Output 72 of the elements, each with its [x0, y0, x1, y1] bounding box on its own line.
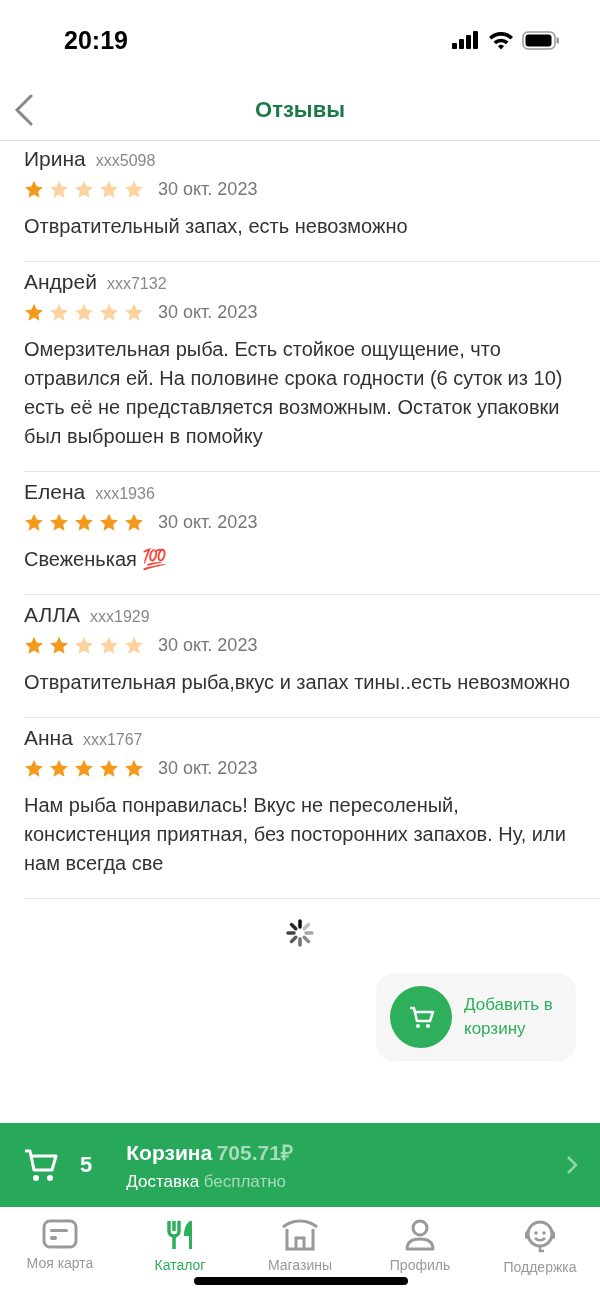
star-icon — [74, 759, 94, 778]
fork-knife-icon — [166, 1219, 194, 1251]
star-icon — [74, 180, 94, 199]
review-text: Отвратительная рыба,вкус и запах тины..есть невозможно — [24, 670, 572, 695]
star-icon — [24, 180, 44, 199]
user-id: xxx1936 — [95, 485, 155, 503]
star-icon — [124, 303, 144, 322]
star-icon — [24, 303, 44, 322]
star-icon — [124, 180, 144, 199]
review-date: 30 окт. 2023 — [158, 512, 258, 533]
user-id: xxx7132 — [106, 275, 167, 293]
star-icon — [49, 180, 69, 199]
person-icon — [404, 1219, 436, 1251]
review-date: 30 окт. 2023 — [158, 758, 258, 779]
cart-icon — [390, 986, 452, 1048]
review-date: 30 окт. 2023 — [158, 302, 258, 323]
review-text: Омерзительная рыба. Есть стойкое ощущение, что отравился ей. На половине срока годности (6 суток из 10) есть её не представляется возможным. Остаток упаковки был выброшен в помойку — [24, 337, 564, 449]
reviewer-name: АЛЛА — [24, 603, 81, 627]
reviewer-name: Ирина — [24, 147, 86, 171]
star-icon — [49, 513, 69, 532]
add-to-cart-button[interactable]: Добавить в корзину — [376, 973, 576, 1061]
store-icon — [281, 1219, 319, 1251]
star-icon — [124, 513, 144, 532]
star-icon — [74, 636, 94, 655]
user-id: xxx1767 — [82, 731, 143, 749]
cart-price: 705.71₽ — [216, 1141, 293, 1164]
review-text: Свеженькая 💯 — [24, 547, 169, 572]
tab-bar-item[interactable]: Поддержка — [480, 1207, 600, 1297]
star-icon — [99, 180, 119, 199]
cart-icon — [24, 1147, 58, 1183]
tab-bar-item[interactable]: Профиль — [360, 1207, 480, 1297]
star-icon — [49, 636, 69, 655]
star-icon — [99, 759, 119, 778]
card-icon — [42, 1219, 78, 1249]
delivery-price: бесплатно — [203, 1172, 287, 1191]
tab-bar-item[interactable]: Магазины — [240, 1207, 360, 1297]
chevron-right-icon — [566, 1155, 578, 1175]
star-icon — [99, 636, 119, 655]
reviewer-name: Анна — [24, 726, 73, 750]
review-text: Нам рыба понравилась! Вкус не пересоленый, консистенция приятная, без посторонних запахов. Ну, или нам всегда све — [24, 793, 567, 876]
wifi-icon — [488, 30, 514, 50]
status-time: 20:19 — [64, 25, 128, 55]
star-icon — [49, 759, 69, 778]
review-text: Отвратительный запах, есть невозможно — [24, 214, 409, 239]
battery-icon — [522, 30, 560, 50]
cart-title: Корзина — [126, 1141, 213, 1164]
support-icon — [523, 1219, 557, 1253]
loading-spinner-icon — [284, 917, 316, 949]
reviewer-name: Елена — [24, 480, 86, 504]
review-date: 30 окт. 2023 — [158, 179, 258, 200]
reviewer-name: Андрей — [24, 270, 97, 294]
user-id: xxx1929 — [90, 608, 150, 626]
star-icon — [74, 513, 94, 532]
cart-count: 5 — [80, 1152, 93, 1178]
star-icon — [74, 303, 94, 322]
page-title: Отзывы — [255, 97, 345, 123]
delivery-label: Доставка — [126, 1172, 200, 1191]
star-icon — [24, 513, 44, 532]
tab-bar-item[interactable]: Моя карта — [0, 1207, 120, 1297]
user-id: xxx5098 — [95, 152, 156, 170]
star-icon — [124, 759, 144, 778]
star-icon — [99, 303, 119, 322]
star-icon — [24, 636, 44, 655]
back-icon[interactable] — [14, 94, 34, 126]
cart-bar[interactable]: 5 Корзина 705.71₽ Доставка бесплатно — [0, 1123, 600, 1207]
signal-icon — [452, 31, 480, 49]
tab-bar-item[interactable]: Каталог — [120, 1207, 240, 1297]
star-icon — [49, 303, 69, 322]
star-icon — [24, 759, 44, 778]
star-icon — [99, 513, 119, 532]
star-icon — [124, 636, 144, 655]
review-date: 30 окт. 2023 — [158, 635, 258, 656]
